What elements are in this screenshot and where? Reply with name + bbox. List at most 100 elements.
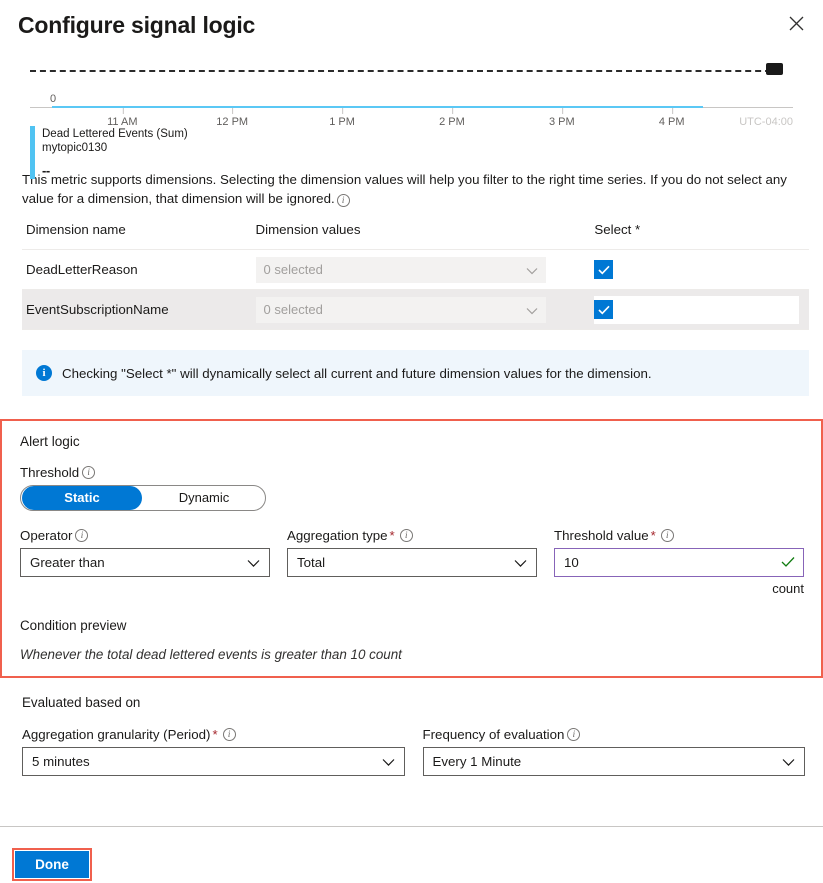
info-icon[interactable]: i	[75, 529, 89, 542]
threshold-label-text: Threshold	[20, 465, 80, 480]
info-icon[interactable]: i	[222, 728, 236, 741]
threshold-value-input[interactable]: 10	[554, 548, 804, 577]
y-axis-tick-zero: 0	[50, 93, 57, 105]
info-icon[interactable]: i	[336, 194, 350, 207]
dimension-values-selected-text: 0 selected	[263, 262, 323, 277]
dimensions-section: This metric supports dimensions. Selecti…	[0, 170, 823, 678]
condition-preview-text: Whenever the total dead lettered events …	[20, 647, 402, 662]
validation-check-icon	[781, 555, 795, 570]
threshold-option-static[interactable]: Static	[22, 486, 142, 510]
column-header-dimension-name: Dimension name	[22, 222, 252, 250]
close-button[interactable]	[781, 8, 811, 38]
granularity-select[interactable]: 5 minutes	[22, 747, 405, 776]
info-icon[interactable]: i	[660, 529, 674, 542]
frequency-select[interactable]: Every 1 Minute	[422, 747, 805, 776]
condition-preview-label: Condition preview	[20, 618, 127, 633]
x-tick-label: 2 PM	[439, 108, 465, 128]
chevron-down-icon	[526, 262, 538, 277]
info-banner-text: Checking "Select *" will dynamically sel…	[62, 365, 652, 381]
granularity-selected-value: 5 minutes	[32, 754, 90, 769]
chevron-down-icon	[526, 302, 538, 317]
dimension-name-cell: DeadLetterReason	[22, 249, 252, 290]
dimension-name-cell: EventSubscriptionName	[22, 289, 252, 330]
chevron-down-icon	[247, 555, 260, 570]
select-all-checkbox[interactable]	[594, 260, 614, 279]
x-tick-label: 1 PM	[329, 108, 355, 128]
dimensions-table: Dimension name Dimension values Select *…	[22, 222, 809, 330]
alert-logic-title: Alert logic	[20, 434, 80, 449]
timezone-label: UTC-04:00	[739, 116, 793, 128]
metric-chart: 0 11 AM 12 PM 1 PM 2 PM 3 PM 4 PM UTC-04…	[30, 56, 793, 179]
chevron-down-icon	[514, 555, 527, 570]
aggregation-type-selected-value: Total	[297, 555, 326, 570]
legend-color-swatch	[30, 126, 35, 179]
select-all-cell	[590, 289, 809, 330]
column-header-dimension-values: Dimension values	[251, 222, 591, 250]
frequency-field: Frequency of evaluation i Every 1 Minute	[422, 727, 806, 776]
chart-plot-area: 0	[30, 56, 793, 108]
checkbox-focus-container	[594, 295, 800, 324]
required-asterisk: *	[650, 528, 656, 543]
granularity-field: Aggregation granularity (Period) * i 5 m…	[22, 727, 405, 776]
frequency-selected-value: Every 1 Minute	[432, 754, 522, 769]
dimension-values-selected-text: 0 selected	[263, 302, 323, 317]
threshold-value-label-text: Threshold value	[554, 528, 649, 543]
chevron-down-icon	[782, 754, 795, 769]
dimension-values-cell: 0 selected	[251, 249, 546, 290]
x-tick-label: 3 PM	[549, 108, 575, 128]
aggregation-type-label: Aggregation type * i	[287, 528, 537, 543]
legend-resource-name: mytopic0130	[42, 142, 108, 154]
dimension-values-dropdown[interactable]: 0 selected	[255, 296, 546, 323]
x-tick-label: 11 AM	[107, 108, 138, 128]
operator-select[interactable]: Greater than	[20, 548, 270, 577]
aggregation-type-field: Aggregation type * i Total	[287, 528, 537, 596]
info-banner: i Checking "Select *" will dynamically s…	[22, 350, 809, 396]
frequency-label-text: Frequency of evaluation	[422, 727, 565, 742]
chevron-down-icon	[382, 754, 395, 769]
info-icon[interactable]: i	[567, 728, 581, 741]
evaluated-fields-row: Aggregation granularity (Period) * i 5 m…	[22, 727, 805, 776]
select-all-cell	[590, 249, 809, 290]
done-button-highlight: Done	[12, 848, 92, 881]
threshold-drag-handle[interactable]	[766, 63, 783, 75]
operator-field: Operator i Greater than	[20, 528, 270, 596]
dialog-header: Configure signal logic	[0, 0, 823, 46]
select-all-checkbox[interactable]	[594, 300, 614, 319]
evaluated-section: Evaluated based on Aggregation granulari…	[0, 695, 823, 776]
legend-current-value: --	[42, 163, 50, 178]
aggregation-type-label-text: Aggregation type	[287, 528, 388, 543]
page-title: Configure signal logic	[18, 12, 256, 38]
threshold-option-dynamic[interactable]: Dynamic	[144, 486, 264, 510]
threshold-value-label: Threshold value * i	[554, 528, 804, 543]
close-icon	[789, 16, 804, 31]
alert-logic-fields-row: Operator i Greater than Aggregation type…	[20, 528, 805, 596]
x-tick-label: 12 PM	[216, 108, 248, 128]
chart-legend: Dead Lettered Events (Sum) mytopic0130 -…	[30, 126, 188, 179]
threshold-line	[30, 70, 781, 72]
granularity-label: Aggregation granularity (Period) * i	[22, 727, 405, 742]
info-icon[interactable]: i	[82, 466, 96, 479]
threshold-unit-label: count	[772, 581, 804, 596]
operator-selected-value: Greater than	[30, 555, 105, 570]
operator-label: Operator i	[20, 528, 270, 543]
dimension-values-cell: 0 selected	[251, 289, 546, 330]
alert-logic-section: Alert logic Threshold i Static Dynamic O…	[0, 419, 823, 678]
threshold-value-field: Threshold value * i 10 count	[554, 528, 804, 596]
granularity-label-text: Aggregation granularity (Period)	[22, 727, 211, 742]
threshold-type-toggle[interactable]: Static Dynamic	[20, 485, 266, 511]
threshold-value-text: 10	[564, 555, 579, 570]
required-asterisk: *	[389, 528, 395, 543]
info-icon[interactable]: i	[399, 529, 413, 542]
info-icon: i	[36, 365, 52, 381]
dimension-values-dropdown[interactable]: 0 selected	[255, 256, 546, 283]
done-button[interactable]: Done	[15, 851, 89, 878]
aggregation-type-select[interactable]: Total	[287, 548, 537, 577]
column-header-select: Select *	[590, 222, 809, 250]
required-asterisk: *	[212, 727, 218, 742]
legend-metric-name: Dead Lettered Events (Sum)	[42, 128, 188, 140]
threshold-label: Threshold i	[20, 465, 805, 480]
table-row: EventSubscriptionName 0 selected +	[22, 289, 809, 330]
table-header-row: Dimension name Dimension values Select *	[22, 222, 809, 250]
table-row: DeadLetterReason 0 selected +	[22, 249, 809, 290]
frequency-label: Frequency of evaluation i	[423, 727, 806, 742]
